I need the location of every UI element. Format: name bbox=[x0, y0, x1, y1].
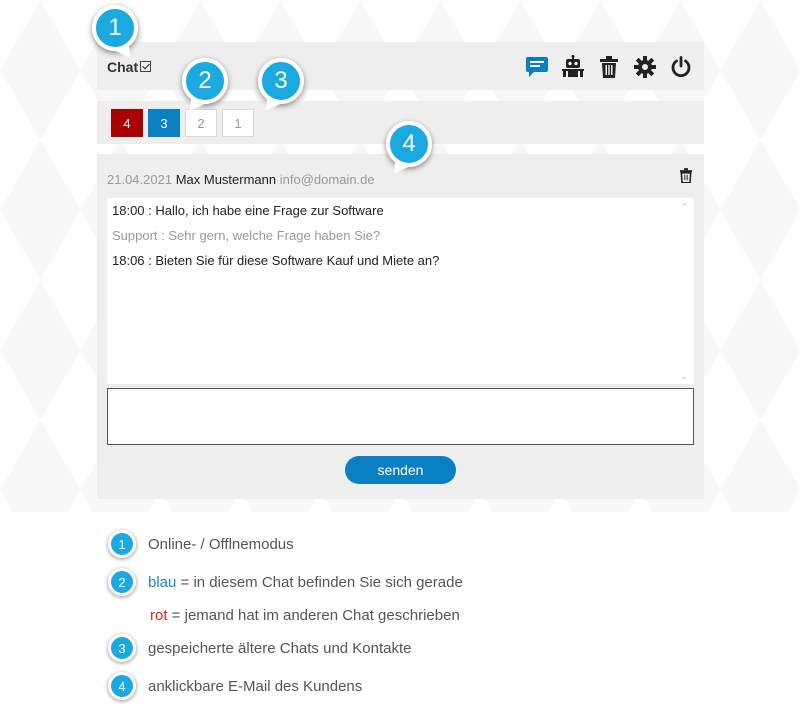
power-icon[interactable] bbox=[668, 54, 694, 80]
scroll-down-arrow[interactable]: ⌄ bbox=[680, 371, 688, 382]
message-item: 18:06 : Bieten Sie für diese Software Ka… bbox=[112, 253, 440, 268]
callout-2: 2 bbox=[182, 58, 228, 104]
legend-text: Online- / Offlnemodus bbox=[148, 535, 294, 553]
legend-red-word: rot bbox=[150, 607, 168, 624]
legend-text: rot = jemand hat im anderen Chat geschri… bbox=[150, 607, 460, 624]
message-item-support: Support : Sehr gern, welche Frage haben … bbox=[112, 228, 381, 243]
online-toggle[interactable]: Chat bbox=[107, 59, 152, 75]
legend-item-3: 3 gespeicherte ältere Chats und Kontakte bbox=[108, 634, 412, 662]
legend-text: blau = in diesem Chat befinden Sie sich … bbox=[148, 574, 463, 591]
send-button[interactable]: senden bbox=[345, 456, 456, 484]
legend-badge: 3 bbox=[108, 634, 136, 662]
gear-icon[interactable] bbox=[632, 54, 658, 80]
legend-item-4: 4 anklickbare E-Mail des Kundens bbox=[108, 672, 362, 700]
robot-icon[interactable] bbox=[560, 54, 586, 80]
chat-panel: 21.04.2021 Max Mustermann info@domain.de… bbox=[97, 154, 704, 499]
callout-1: 1 bbox=[92, 5, 138, 51]
legend-blue-desc: = in diesem Chat befinden Sie sich gerad… bbox=[176, 573, 463, 591]
customer-name: Max Mustermann bbox=[175, 172, 277, 187]
message-item: 18:00 : Hallo, ich habe eine Frage zur S… bbox=[112, 203, 384, 218]
legend-item-1: 1 Online- / Offlnemodus bbox=[108, 530, 294, 558]
trash-icon[interactable] bbox=[596, 54, 622, 80]
callout-4: 4 bbox=[386, 121, 432, 167]
legend-badge: 1 bbox=[108, 530, 136, 558]
legend-item-2b: rot = jemand hat im anderen Chat geschri… bbox=[150, 607, 460, 624]
chat-tab-1[interactable]: 1 bbox=[222, 109, 254, 137]
message-history[interactable]: 18:00 : Hallo, ich habe eine Frage zur S… bbox=[107, 198, 694, 384]
legend-text: anklickbare E-Mail des Kundens bbox=[148, 677, 363, 695]
legend-blue-word: blau bbox=[148, 573, 177, 591]
chat-tab-4[interactable]: 4 bbox=[111, 109, 143, 137]
legend-text: gespeicherte ältere Chats und Kontakte bbox=[148, 639, 412, 657]
chat-meta: 21.04.2021 Max Mustermann info@domain.de bbox=[107, 172, 375, 187]
chat-tab-2[interactable]: 2 bbox=[185, 109, 217, 137]
customer-email-link[interactable]: info@domain.de bbox=[280, 172, 375, 187]
callout-3: 3 bbox=[258, 58, 304, 104]
legend-item-2: 2 blau = in diesem Chat befinden Sie sic… bbox=[108, 568, 463, 596]
chat-bubble-icon[interactable] bbox=[524, 54, 550, 80]
scroll-up-arrow[interactable]: ⌃ bbox=[680, 202, 688, 213]
legend-badge: 2 bbox=[108, 568, 136, 596]
online-checkbox[interactable] bbox=[140, 60, 152, 72]
chat-date: 21.04.2021 bbox=[107, 172, 173, 187]
chat-tab-3[interactable]: 3 bbox=[148, 109, 180, 137]
legend-badge: 4 bbox=[108, 672, 136, 700]
legend-red-desc: = jemand hat im anderen Chat geschrieben bbox=[167, 607, 460, 624]
message-input[interactable] bbox=[107, 388, 694, 445]
delete-chat-icon[interactable] bbox=[680, 168, 692, 188]
header-toolbar bbox=[524, 54, 694, 80]
